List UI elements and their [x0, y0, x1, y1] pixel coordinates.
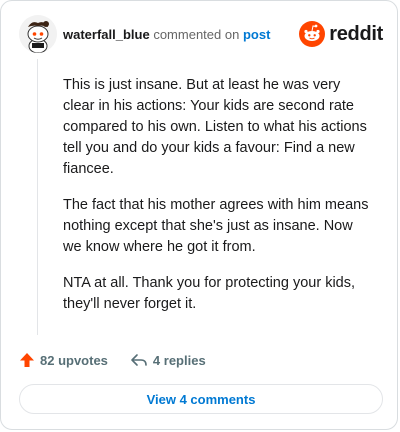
action-text: commented on	[153, 27, 240, 42]
reddit-wordmark: reddit	[329, 22, 383, 45]
username-link[interactable]: waterfall_blue	[63, 27, 150, 42]
thread-line	[37, 59, 38, 335]
comment-paragraph: NTA at all. Thank you for protecting you…	[63, 275, 356, 312]
arrow-up-icon	[20, 353, 34, 367]
view-comments-button[interactable]: View 4 comments	[19, 384, 383, 414]
comment-actions: 82 upvotes 4 replies	[19, 349, 228, 371]
post-link[interactable]: post	[243, 27, 270, 42]
comment-paragraph: The fact that his mother agrees with him…	[63, 197, 369, 255]
reddit-logo[interactable]: reddit	[299, 21, 383, 47]
upvote-button[interactable]: 82 upvotes	[19, 352, 108, 368]
reply-arrow-icon	[131, 354, 147, 366]
reply-count: 4 replies	[152, 352, 206, 368]
replies-button[interactable]: 4 replies	[130, 352, 206, 368]
comment-header: waterfall_blue commented on post reddit	[19, 15, 383, 55]
comment-body: This is just insane. But at least he was…	[63, 75, 373, 330]
snoo-avatar-icon	[19, 15, 57, 53]
reddit-snoo-icon	[299, 21, 326, 47]
user-avatar[interactable]	[19, 15, 57, 53]
comment-meta: waterfall_blue commented on post	[63, 27, 270, 42]
upvote-count: 82 upvotes	[40, 352, 108, 368]
comment-paragraph: This is just insane. But at least he was…	[63, 77, 367, 177]
comment-card: waterfall_blue commented on post reddit …	[0, 0, 398, 430]
